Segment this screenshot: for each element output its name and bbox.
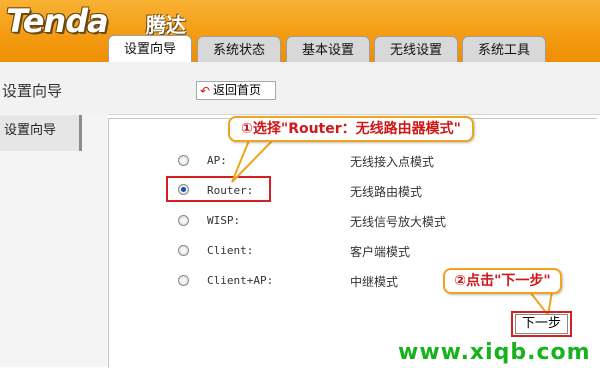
annotation-step1: ①选择"Router：无线路由器模式" xyxy=(228,116,474,142)
next-step-button[interactable]: 下一步 xyxy=(515,314,568,334)
callout1-pointer xyxy=(231,137,278,183)
annotation-step2: ②点击"下一步" xyxy=(443,268,562,294)
callout-pointers xyxy=(231,137,554,318)
site-watermark: www.xiqb.com xyxy=(398,340,591,365)
